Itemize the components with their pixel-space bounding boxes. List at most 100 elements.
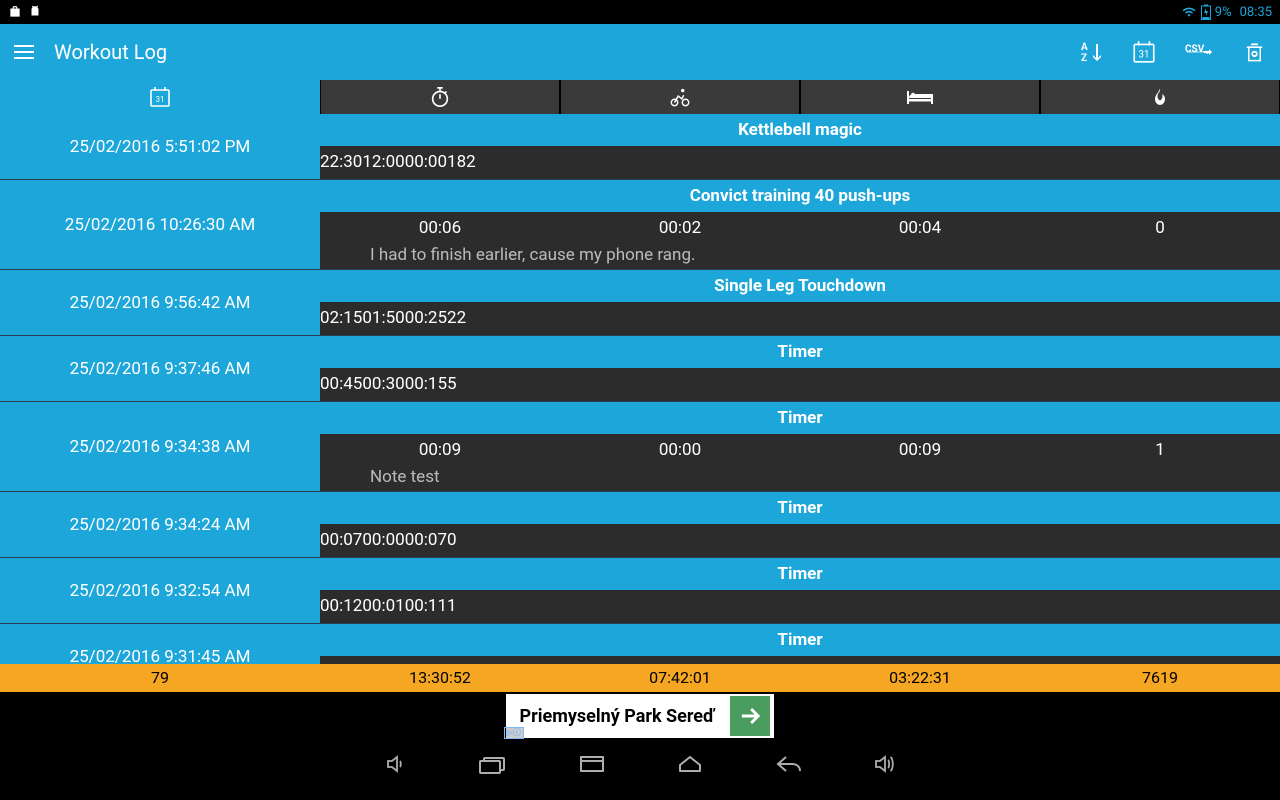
log-rest: 00:25 bbox=[405, 302, 447, 335]
log-rest: 00:00 bbox=[405, 146, 447, 179]
log-date: 25/02/2016 5:51:02 PM bbox=[0, 114, 320, 179]
totals-rest: 03:22:31 bbox=[800, 664, 1040, 692]
log-date: 25/02/2016 9:32:54 AM bbox=[0, 558, 320, 623]
flame-header-icon bbox=[1150, 86, 1170, 108]
log-calories: 0 bbox=[447, 524, 457, 557]
log-duration: 00:06 bbox=[320, 212, 560, 245]
volume-down-button[interactable] bbox=[384, 752, 408, 776]
log-date: 25/02/2016 9:34:38 AM bbox=[0, 402, 320, 491]
log-row[interactable]: 25/02/2016 9:34:24 AM Timer 00:07 00:00 … bbox=[0, 491, 1280, 557]
android-icon bbox=[28, 5, 42, 19]
log-rest: 00:04 bbox=[800, 212, 1040, 245]
log-title: Timer bbox=[320, 624, 1280, 656]
log-rest: 00:07 bbox=[405, 524, 447, 557]
log-calories: 182 bbox=[447, 146, 476, 179]
svg-text:CSV: CSV bbox=[1185, 44, 1205, 55]
recent-apps-button[interactable] bbox=[578, 753, 606, 775]
log-list[interactable]: 25/02/2016 5:51:02 PM Kettlebell magic 2… bbox=[0, 114, 1280, 664]
svg-text:Z: Z bbox=[1081, 53, 1087, 64]
ad-arrow-icon[interactable] bbox=[730, 696, 770, 736]
log-title: Timer bbox=[320, 492, 1280, 524]
log-active: 12:00 bbox=[362, 146, 404, 179]
log-date: 25/02/2016 9:37:46 AM bbox=[0, 336, 320, 401]
svg-text:31: 31 bbox=[156, 95, 165, 104]
log-duration: 00:05 bbox=[320, 656, 362, 664]
log-calories: 0 bbox=[1040, 212, 1280, 245]
page-title: Workout Log bbox=[54, 40, 167, 64]
log-row[interactable]: 25/02/2016 5:51:02 PM Kettlebell magic 2… bbox=[0, 114, 1280, 179]
log-note: I had to finish earlier, cause my phone … bbox=[320, 245, 1280, 269]
log-duration: 22:30 bbox=[320, 146, 362, 179]
log-calories: 1 bbox=[1040, 434, 1280, 467]
calendar-header-icon: 31 bbox=[148, 85, 172, 109]
log-active: 00:00 bbox=[362, 656, 404, 664]
totals-bar: 79 13:30:52 07:42:01 03:22:31 7619 bbox=[0, 664, 1280, 692]
log-duration: 00:45 bbox=[320, 368, 362, 401]
cyclist-header-icon bbox=[668, 86, 692, 108]
log-row[interactable]: 25/02/2016 9:56:42 AM Single Leg Touchdo… bbox=[0, 269, 1280, 335]
totals-count: 79 bbox=[0, 664, 320, 692]
clock-time: 08:35 bbox=[1240, 5, 1272, 20]
log-title: Convict training 40 push-ups bbox=[320, 180, 1280, 212]
volume-up-button[interactable] bbox=[872, 752, 896, 776]
wifi-icon bbox=[1181, 5, 1197, 19]
svg-text:31: 31 bbox=[1139, 49, 1150, 60]
log-title: Single Leg Touchdown bbox=[320, 270, 1280, 302]
log-note: Note test bbox=[320, 467, 1280, 491]
log-rest: 00:15 bbox=[405, 368, 447, 401]
log-calories: 5 bbox=[447, 368, 457, 401]
back-button[interactable] bbox=[774, 753, 802, 775]
notification-icon bbox=[8, 5, 22, 19]
log-row[interactable]: 25/02/2016 10:26:30 AM Convict training … bbox=[0, 179, 1280, 269]
system-nav-bar bbox=[0, 740, 1280, 788]
delete-button[interactable] bbox=[1243, 39, 1266, 65]
rest-header-icon bbox=[906, 88, 934, 106]
back-button-alt[interactable] bbox=[478, 752, 508, 776]
calendar-button[interactable]: 31 bbox=[1131, 39, 1157, 65]
log-date: 25/02/2016 9:31:45 AM bbox=[0, 624, 320, 664]
log-active: 00:00 bbox=[560, 434, 800, 467]
totals-calories: 7619 bbox=[1040, 664, 1280, 692]
log-row[interactable]: 25/02/2016 9:34:38 AM Timer 00:09 00:00 … bbox=[0, 401, 1280, 491]
battery-icon bbox=[1201, 4, 1211, 20]
ad-choices-icon[interactable]: ▷ⓘ bbox=[504, 727, 524, 739]
home-button[interactable] bbox=[676, 753, 704, 775]
log-rest: 00:05 bbox=[405, 656, 447, 664]
log-title: Timer bbox=[320, 336, 1280, 368]
log-duration: 00:12 bbox=[320, 590, 362, 623]
log-duration: 00:07 bbox=[320, 524, 362, 557]
log-row[interactable]: 25/02/2016 9:31:45 AM Timer 00:05 00:00 … bbox=[0, 623, 1280, 664]
ad-text: Priemyselný Park Sereď bbox=[520, 706, 715, 727]
log-rest: 00:09 bbox=[800, 434, 1040, 467]
log-active: 00:00 bbox=[362, 524, 404, 557]
column-headers: 31 bbox=[0, 80, 1280, 114]
log-row[interactable]: 25/02/2016 9:32:54 AM Timer 00:12 00:01 … bbox=[0, 557, 1280, 623]
stopwatch-header-icon bbox=[429, 86, 451, 108]
totals-duration: 13:30:52 bbox=[320, 664, 560, 692]
log-active: 00:02 bbox=[560, 212, 800, 245]
log-date: 25/02/2016 10:26:30 AM bbox=[0, 180, 320, 269]
log-date: 25/02/2016 9:34:24 AM bbox=[0, 492, 320, 557]
menu-button[interactable] bbox=[14, 45, 34, 59]
log-title: Timer bbox=[320, 558, 1280, 590]
log-active: 01:50 bbox=[362, 302, 404, 335]
sort-az-button[interactable]: AZ bbox=[1079, 40, 1103, 64]
log-row[interactable]: 25/02/2016 9:37:46 AM Timer 00:45 00:30 … bbox=[0, 335, 1280, 401]
totals-active: 07:42:01 bbox=[560, 664, 800, 692]
log-duration: 02:15 bbox=[320, 302, 362, 335]
log-title: Kettlebell magic bbox=[320, 114, 1280, 146]
log-title: Timer bbox=[320, 402, 1280, 434]
battery-percent: 9% bbox=[1215, 5, 1232, 20]
log-calories: 1 bbox=[447, 590, 457, 623]
log-duration: 00:09 bbox=[320, 434, 560, 467]
export-csv-button[interactable]: CSV bbox=[1185, 42, 1215, 62]
log-active: 00:30 bbox=[362, 368, 404, 401]
log-calories: 0 bbox=[447, 656, 457, 664]
svg-text:A: A bbox=[1081, 42, 1088, 53]
app-bar: Workout Log AZ 31 CSV bbox=[0, 24, 1280, 80]
status-bar: 9% 08:35 bbox=[0, 0, 1280, 24]
log-calories: 22 bbox=[447, 302, 466, 335]
log-active: 00:01 bbox=[362, 590, 404, 623]
ad-banner[interactable]: ▷ⓘ Priemyselný Park Sereď bbox=[0, 692, 1280, 740]
log-rest: 00:11 bbox=[405, 590, 447, 623]
